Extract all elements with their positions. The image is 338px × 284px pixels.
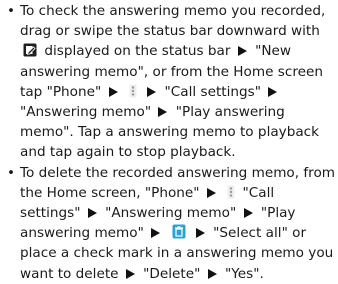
text-segment: "Call settings" [164, 83, 261, 100]
text-segment: "Yes". [225, 265, 264, 282]
text-segment: "Answering memo" [105, 205, 237, 222]
menu-dots-icon [129, 84, 137, 98]
arrow-right-icon [87, 208, 97, 219]
arrow-right-icon [243, 208, 253, 219]
arrow-right-icon [108, 86, 118, 97]
delete-icon [172, 224, 186, 239]
arrow-right-icon [207, 268, 217, 279]
arrow-right-icon [147, 86, 157, 97]
arrow-right-icon [158, 107, 168, 118]
text-segment: To delete the recorded answering memo, f… [20, 164, 336, 201]
arrow-right-icon [206, 187, 216, 198]
answering-memo-notification-icon [23, 43, 37, 57]
arrow-right-icon [268, 86, 278, 97]
text-segment: "Delete" [143, 265, 201, 282]
arrow-right-icon [237, 46, 247, 57]
text-segment: displayed on the status bar [44, 43, 231, 60]
arrow-right-icon [125, 268, 135, 279]
bullet: • [6, 3, 16, 19]
text-segment: To check the answering memo you recorded… [20, 3, 326, 40]
instruction-document: • To check the answering memo you record… [0, 0, 338, 282]
menu-dots-icon [227, 185, 235, 199]
text-segment: "Answering memo" [20, 104, 152, 121]
list-item-check-memo: • To check the answering memo you record… [4, 1, 336, 163]
arrow-right-icon [195, 228, 205, 239]
list-item-delete-memo: • To delete the recorded answering memo,… [4, 163, 336, 284]
arrow-right-icon [151, 228, 161, 239]
bullet: • [6, 164, 16, 181]
